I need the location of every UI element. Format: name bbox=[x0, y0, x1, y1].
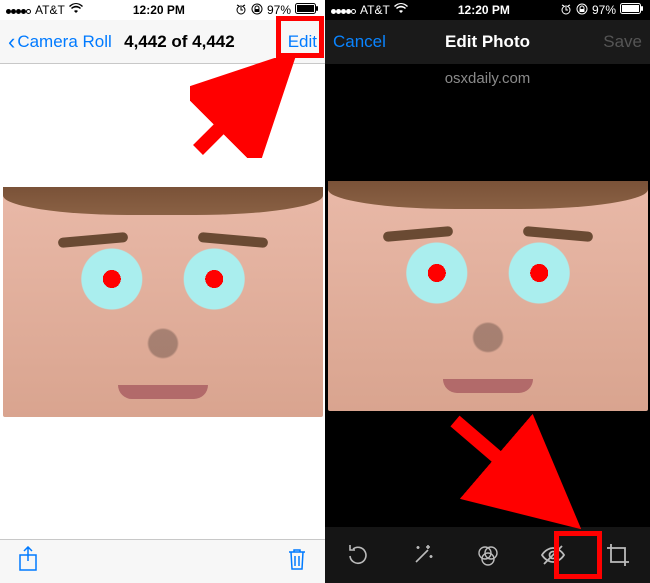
signal-dots-icon bbox=[331, 3, 356, 17]
battery-pct-label: 97% bbox=[267, 3, 291, 17]
cancel-button[interactable]: Cancel bbox=[333, 32, 386, 52]
status-bar: AT&T 12:20 PM 97% bbox=[325, 0, 650, 20]
trash-button[interactable] bbox=[287, 547, 307, 577]
photo-viewport[interactable] bbox=[0, 64, 325, 539]
chevron-left-icon: ‹ bbox=[8, 31, 15, 53]
battery-icon bbox=[620, 3, 644, 17]
photo-image bbox=[328, 181, 648, 411]
rotate-button[interactable] bbox=[338, 535, 378, 575]
nav-bar: Cancel Edit Photo Save bbox=[325, 20, 650, 64]
clock-label: 12:20 PM bbox=[458, 3, 510, 17]
alarm-icon bbox=[560, 3, 572, 18]
back-button[interactable]: ‹ Camera Roll bbox=[8, 31, 112, 53]
battery-pct-label: 97% bbox=[592, 3, 616, 17]
battery-icon bbox=[295, 3, 319, 17]
filters-button[interactable] bbox=[468, 535, 508, 575]
photo-viewport[interactable]: osxdaily.com bbox=[325, 64, 650, 527]
status-bar: AT&T 12:20 PM 97% bbox=[0, 0, 325, 20]
redeye-button[interactable] bbox=[533, 535, 573, 575]
back-label: Camera Roll bbox=[17, 32, 111, 52]
watermark-label: osxdaily.com bbox=[325, 70, 650, 87]
wifi-icon bbox=[394, 3, 408, 17]
photo-counter: 4,442 of 4,442 bbox=[124, 32, 235, 51]
wifi-icon bbox=[69, 3, 83, 17]
rotation-lock-icon bbox=[251, 3, 263, 18]
carrier-label: AT&T bbox=[360, 3, 390, 17]
bottom-toolbar bbox=[0, 539, 325, 583]
clock-label: 12:20 PM bbox=[133, 3, 185, 17]
rotation-lock-icon bbox=[576, 3, 588, 18]
signal-dots-icon bbox=[6, 3, 31, 17]
nav-bar: ‹ Camera Roll 4,442 of 4,442 Edit bbox=[0, 20, 325, 64]
crop-button[interactable] bbox=[598, 535, 638, 575]
page-title: Edit Photo bbox=[403, 32, 572, 52]
photo-image bbox=[3, 187, 323, 417]
carrier-label: AT&T bbox=[35, 3, 65, 17]
edit-toolbar bbox=[325, 527, 650, 583]
auto-enhance-button[interactable] bbox=[403, 535, 443, 575]
share-button[interactable] bbox=[18, 546, 38, 578]
alarm-icon bbox=[235, 3, 247, 18]
save-button[interactable]: Save bbox=[603, 32, 642, 52]
edit-button[interactable]: Edit bbox=[288, 32, 317, 52]
